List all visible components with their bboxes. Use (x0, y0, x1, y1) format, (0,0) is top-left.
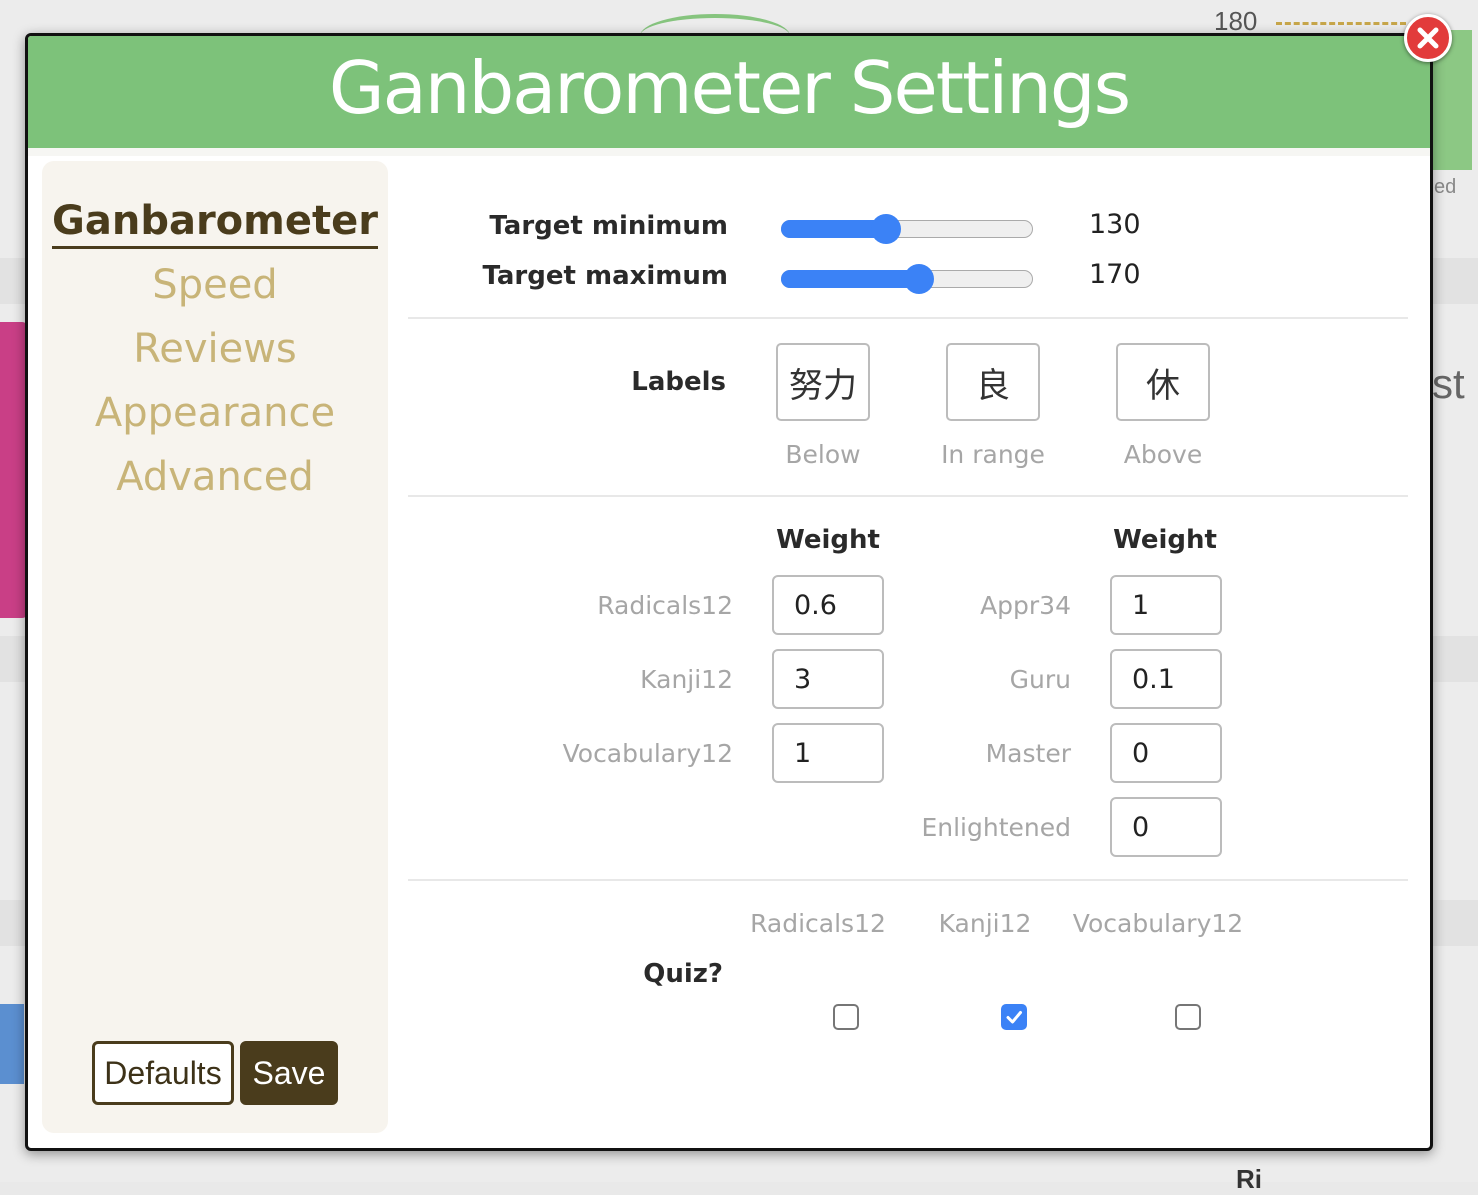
target-min-label: Target minimum (489, 211, 728, 241)
background-image (0, 322, 28, 618)
weight-input-appr34[interactable] (1110, 575, 1222, 635)
target-max-value: 170 (1089, 259, 1141, 290)
below-caption: Below (785, 440, 861, 469)
weight-label-vocabulary12: Vocabulary12 (562, 739, 733, 768)
weight-input-guru[interactable] (1110, 649, 1222, 709)
nav-item-advanced[interactable]: Advanced (42, 445, 388, 509)
quiz-heading: Quiz? (643, 959, 723, 989)
target-max-label: Target maximum (482, 261, 729, 291)
weight-label-guru: Guru (1009, 665, 1071, 694)
nav-item-label: Advanced (116, 454, 314, 500)
background-widget (0, 1004, 24, 1084)
nav-item-appearance[interactable]: Appearance (42, 381, 388, 445)
nav-item-label: Ganbarometer (52, 198, 378, 249)
section-divider (408, 317, 1408, 319)
nav-item-label: Appearance (94, 390, 336, 436)
weight-label-master: Master (985, 739, 1071, 768)
weight-input-vocabulary12[interactable] (772, 723, 884, 783)
above-caption: Above (1123, 440, 1203, 469)
quiz-checkbox-vocabulary12[interactable] (1175, 1004, 1201, 1030)
above-label-input[interactable]: 休 (1116, 343, 1210, 421)
in-range-label-input[interactable]: 良 (946, 343, 1040, 421)
weight-label-appr34: Appr34 (980, 591, 1071, 620)
settings-sidebar: Ganbarometer Speed Reviews Appearance Ad… (42, 161, 388, 1133)
quiz-checkbox-radicals12[interactable] (833, 1004, 859, 1030)
background-heading: st (1432, 360, 1465, 407)
nav-item-ganbarometer[interactable]: Ganbarometer (42, 189, 388, 253)
quiz-option-label-radicals12: Radicals12 (750, 909, 886, 938)
target-min-slider[interactable] (781, 214, 1033, 244)
nav-item-label: Reviews (133, 326, 297, 372)
weight-heading-left: Weight (776, 525, 880, 555)
slider-thumb[interactable] (871, 214, 901, 244)
section-divider (408, 879, 1408, 881)
settings-nav: Ganbarometer Speed Reviews Appearance Ad… (42, 189, 388, 509)
nav-item-speed[interactable]: Speed (42, 253, 388, 317)
target-min-value: 130 (1089, 209, 1141, 240)
weight-input-master[interactable] (1110, 723, 1222, 783)
dialog-header: Ganbarometer Settings (28, 36, 1430, 148)
quiz-option-label-kanji12: Kanji12 (938, 909, 1032, 938)
slider-thumb[interactable] (903, 264, 934, 294)
target-max-slider[interactable] (781, 264, 1033, 294)
quiz-checkbox-kanji12[interactable] (1001, 1004, 1027, 1030)
save-button[interactable]: Save (240, 1041, 338, 1105)
close-x-icon (1417, 27, 1439, 49)
section-divider (408, 495, 1408, 497)
close-button[interactable] (1404, 14, 1452, 62)
quiz-option-label-vocabulary12: Vocabulary12 (1072, 909, 1244, 938)
labels-heading: Labels (631, 367, 726, 397)
weight-input-radicals12[interactable] (772, 575, 884, 635)
background-text: ed (1434, 176, 1457, 198)
background-text: Ri (1236, 1164, 1262, 1194)
weight-input-kanji12[interactable] (772, 649, 884, 709)
weight-heading-right: Weight (1113, 525, 1217, 555)
settings-dialog: Ganbarometer Settings Ganbarometer Speed… (25, 33, 1433, 1151)
nav-item-reviews[interactable]: Reviews (42, 317, 388, 381)
settings-panel: Target minimum 130 Target maximum 170 La… (408, 161, 1408, 1133)
below-label-input[interactable]: 努力 (776, 343, 870, 421)
weight-label-enlightened: Enlightened (921, 813, 1071, 842)
weight-label-radicals12: Radicals12 (597, 591, 733, 620)
defaults-button[interactable]: Defaults (92, 1041, 234, 1105)
nav-item-label: Speed (152, 262, 278, 308)
in-range-caption: In range (941, 440, 1045, 469)
weight-label-kanji12: Kanji12 (640, 665, 733, 694)
dialog-title: Ganbarometer Settings (328, 46, 1131, 130)
slider-fill (781, 270, 919, 288)
background-target-line (1276, 22, 1406, 25)
header-separator (28, 148, 1430, 156)
checkmark-icon (1006, 1011, 1022, 1024)
weight-input-enlightened[interactable] (1110, 797, 1222, 857)
